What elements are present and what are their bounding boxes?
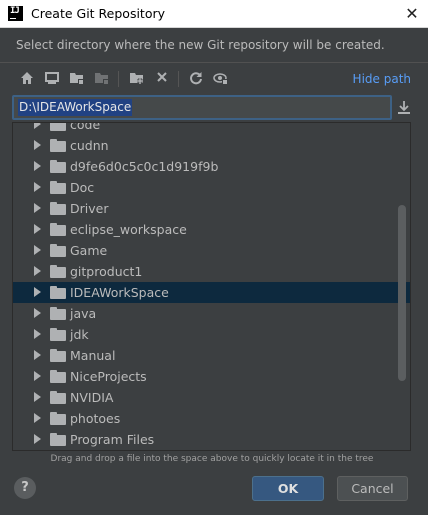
expand-arrow-icon[interactable] bbox=[34, 123, 41, 129]
toolbar-separator bbox=[118, 71, 119, 87]
ok-button[interactable]: OK bbox=[252, 476, 324, 501]
home-icon[interactable] bbox=[18, 70, 36, 88]
expand-arrow-icon[interactable] bbox=[34, 308, 41, 318]
tree-row[interactable]: photoes bbox=[13, 408, 410, 429]
tree-scrollbar[interactable] bbox=[398, 205, 406, 381]
folder-icon bbox=[50, 307, 66, 320]
tree-row[interactable]: Doc bbox=[13, 177, 410, 198]
tree-item-label: jdk bbox=[70, 327, 89, 342]
tree-row[interactable]: cudnn bbox=[13, 135, 410, 156]
tree-row[interactable]: eclipse_workspace bbox=[13, 219, 410, 240]
tree-item-label: d9fe6d0c5c0c1d919f9b bbox=[70, 159, 219, 174]
expand-arrow-icon[interactable] bbox=[34, 266, 41, 276]
path-input[interactable]: D:\IDEAWorkSpace bbox=[18, 99, 133, 116]
folder-icon bbox=[50, 286, 66, 299]
tree-item-label: java bbox=[70, 306, 97, 321]
module-folder-icon[interactable] bbox=[93, 70, 111, 88]
tree-row[interactable]: jdk bbox=[13, 324, 410, 345]
folder-icon bbox=[50, 160, 66, 173]
toolbar-separator bbox=[178, 71, 179, 87]
hide-path-link[interactable]: Hide path bbox=[353, 72, 411, 86]
dialog-description: Select directory where the new Git repos… bbox=[16, 38, 385, 52]
tree-item-label: Program Files bbox=[70, 432, 155, 447]
folder-icon bbox=[50, 123, 66, 131]
tree-item-label: IDEAWorkSpace bbox=[70, 285, 169, 300]
folder-icon bbox=[50, 202, 66, 215]
tree-item-label: NiceProjects bbox=[70, 369, 147, 384]
tree-item-label: NVIDIA bbox=[70, 390, 114, 405]
tree-row[interactable]: Game bbox=[13, 240, 410, 261]
expand-arrow-icon[interactable] bbox=[34, 350, 41, 360]
drag-drop-hint: Drag and drop a file into the space abov… bbox=[50, 454, 374, 464]
expand-arrow-icon[interactable] bbox=[34, 287, 41, 297]
tree-row[interactable]: Program Files bbox=[13, 429, 410, 450]
close-button[interactable]: ✕ bbox=[396, 0, 428, 28]
tree-item-label: code bbox=[70, 122, 101, 132]
tree-row[interactable]: Manual bbox=[13, 345, 410, 366]
expand-arrow-icon[interactable] bbox=[34, 140, 41, 150]
tree-item-label: Driver bbox=[70, 201, 109, 216]
project-folder-icon[interactable] bbox=[68, 70, 86, 88]
expand-arrow-icon[interactable] bbox=[34, 392, 41, 402]
tree-row[interactable]: NVIDIA bbox=[13, 387, 410, 408]
tree-row[interactable]: code bbox=[13, 122, 410, 135]
expand-arrow-icon[interactable] bbox=[34, 371, 41, 381]
tree-row[interactable]: NiceProjects bbox=[13, 366, 410, 387]
folder-icon bbox=[50, 433, 66, 446]
window-title: Create Git Repository bbox=[31, 6, 166, 21]
tree-item-label: Doc bbox=[70, 180, 95, 195]
tree-row[interactable]: java bbox=[13, 303, 410, 324]
toolbar: Hide path bbox=[14, 68, 414, 90]
tree-row[interactable]: gitproduct1 bbox=[13, 261, 410, 282]
tree-item-label: eclipse_workspace bbox=[70, 222, 187, 237]
expand-arrow-icon[interactable] bbox=[34, 413, 41, 423]
expand-arrow-icon[interactable] bbox=[34, 224, 41, 234]
expand-arrow-icon[interactable] bbox=[34, 329, 41, 339]
tree-row[interactable]: d9fe6d0c5c0c1d919f9b bbox=[13, 156, 410, 177]
folder-icon bbox=[50, 328, 66, 341]
download-icon[interactable] bbox=[396, 99, 412, 115]
refresh-icon[interactable] bbox=[187, 70, 205, 88]
path-field[interactable]: D:\IDEAWorkSpace bbox=[12, 95, 392, 120]
tree-item-label: Manual bbox=[70, 348, 116, 363]
tree-item-label: Game bbox=[70, 243, 108, 258]
expand-arrow-icon[interactable] bbox=[34, 182, 41, 192]
delete-icon[interactable] bbox=[153, 70, 171, 88]
intellij-logo-icon: IJ bbox=[8, 6, 23, 21]
folder-icon bbox=[50, 412, 66, 425]
tree-item-label: photoes bbox=[70, 411, 121, 426]
expand-arrow-icon[interactable] bbox=[34, 203, 41, 213]
tree-row[interactable]: Driver bbox=[13, 198, 410, 219]
desktop-icon[interactable] bbox=[43, 70, 61, 88]
folder-icon bbox=[50, 244, 66, 257]
expand-arrow-icon[interactable] bbox=[34, 245, 41, 255]
folder-icon bbox=[50, 265, 66, 278]
tree-item-label: gitproduct1 bbox=[70, 264, 143, 279]
folder-icon bbox=[50, 391, 66, 404]
tree-row[interactable]: IDEAWorkSpace bbox=[13, 282, 410, 303]
help-button[interactable]: ? bbox=[14, 477, 36, 499]
new-folder-icon[interactable] bbox=[128, 70, 146, 88]
app-icon-text: IJ bbox=[10, 6, 20, 16]
folder-icon bbox=[50, 223, 66, 236]
show-hidden-icon[interactable] bbox=[212, 70, 230, 88]
folder-icon bbox=[50, 139, 66, 152]
tree-item-label: cudnn bbox=[70, 138, 109, 153]
expand-arrow-icon[interactable] bbox=[34, 161, 41, 171]
expand-arrow-icon[interactable] bbox=[34, 434, 41, 444]
separator bbox=[0, 62, 428, 63]
cancel-button[interactable]: Cancel bbox=[337, 476, 408, 501]
title-bar: IJ Create Git Repository ✕ bbox=[0, 0, 428, 28]
folder-icon bbox=[50, 370, 66, 383]
folder-icon bbox=[50, 349, 66, 362]
folder-icon bbox=[50, 181, 66, 194]
directory-tree[interactable]: code cudnn d9fe6d0c5c0c1d919f9b Doc Driver ec… bbox=[12, 122, 411, 451]
